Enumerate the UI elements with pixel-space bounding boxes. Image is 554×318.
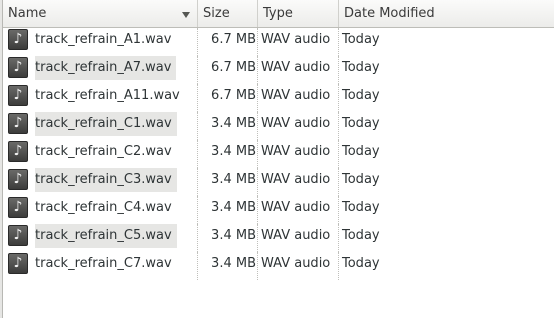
audio-file-icon: ♪ — [8, 225, 28, 246]
file-name: track_refrain_C7.wav — [35, 256, 172, 271]
file-type: WAV audio — [258, 56, 339, 84]
file-name-cell: ♪ track_refrain_C5.wav — [3, 224, 198, 252]
audio-file-icon: ♪ — [8, 197, 28, 218]
column-header-size[interactable]: Size — [198, 0, 258, 27]
column-header-type-label: Type — [263, 6, 293, 21]
file-row[interactable]: ♪ track_refrain_C5.wav 3.4 MB WAV audio Toda… — [3, 224, 554, 252]
file-date-modified: Today — [342, 256, 380, 271]
file-type: WAV audio — [258, 84, 339, 112]
file-rows: ♪ track_refrain_A1.wav 6.7 MB WAV audio Toda… — [3, 28, 554, 318]
file-date-modified: Today — [342, 60, 380, 75]
file-size: 3.4 MB — [198, 168, 258, 196]
file-date-modified: Today — [342, 88, 380, 103]
file-row[interactable]: ♪ track_refrain_C7.wav 3.4 MB WAV audio Toda… — [3, 252, 554, 280]
file-name-cell: ♪ track_refrain_C2.wav — [3, 140, 198, 168]
file-type: WAV audio — [258, 112, 339, 140]
file-size: 6.7 MB — [198, 56, 258, 84]
file-size: 6.7 MB — [198, 28, 258, 56]
file-size: 3.4 MB — [198, 196, 258, 224]
file-name: track_refrain_C2.wav — [35, 144, 172, 159]
file-name: track_refrain_C3.wav — [35, 168, 177, 192]
file-size: 3.4 MB — [198, 252, 258, 280]
file-row[interactable]: ♪ track_refrain_C2.wav 3.4 MB WAV audio Toda… — [3, 140, 554, 168]
column-header-type[interactable]: Type — [258, 0, 339, 27]
file-row[interactable]: ♪ track_refrain_C3.wav 3.4 MB WAV audio Toda… — [3, 168, 554, 196]
file-row[interactable]: ♪ track_refrain_A11.wav 6.7 MB WAV audio Tod… — [3, 84, 554, 112]
file-name-cell: ♪ track_refrain_C3.wav — [3, 168, 198, 196]
file-name: track_refrain_C1.wav — [35, 112, 177, 136]
file-date-modified: Today — [342, 200, 380, 215]
file-type: WAV audio — [258, 28, 339, 56]
file-name-cell: ♪ track_refrain_A11.wav — [3, 84, 198, 112]
file-size: 3.4 MB — [198, 112, 258, 140]
column-header-name-label: Name — [8, 6, 47, 21]
file-date-modified: Today — [342, 116, 380, 131]
column-header-bar: Name Size Type Date Modified — [3, 0, 554, 28]
file-size: 3.4 MB — [198, 224, 258, 252]
file-row[interactable]: ♪ track_refrain_A7.wav 6.7 MB WAV audio Toda… — [3, 56, 554, 84]
file-type: WAV audio — [258, 196, 339, 224]
file-name-cell: ♪ track_refrain_C4.wav — [3, 196, 198, 224]
file-date-modified: Today — [342, 228, 380, 243]
file-name: track_refrain_A7.wav — [35, 56, 177, 80]
file-row[interactable]: ♪ track_refrain_C1.wav 3.4 MB WAV audio Toda… — [3, 112, 554, 140]
file-row[interactable]: ♪ track_refrain_A1.wav 6.7 MB WAV audio Toda… — [3, 28, 554, 56]
column-header-date-label: Date Modified — [344, 6, 435, 21]
file-name: track_refrain_C4.wav — [35, 200, 172, 215]
file-name: track_refrain_C5.wav — [35, 224, 177, 248]
file-list-view: Name Size Type Date Modified ♪ track_refr… — [0, 0, 554, 318]
audio-file-icon: ♪ — [8, 29, 28, 50]
file-date-modified: Today — [342, 32, 380, 47]
file-name: track_refrain_A1.wav — [35, 32, 172, 47]
file-type: WAV audio — [258, 140, 339, 168]
file-name-cell: ♪ track_refrain_C7.wav — [3, 252, 198, 280]
file-row[interactable]: ♪ track_refrain_C4.wav 3.4 MB WAV audio Toda… — [3, 196, 554, 224]
audio-file-icon: ♪ — [8, 253, 28, 274]
file-date-modified: Today — [342, 172, 380, 187]
file-type: WAV audio — [258, 168, 339, 196]
audio-file-icon: ♪ — [8, 85, 28, 106]
column-header-size-label: Size — [203, 6, 230, 21]
chevron-down-icon — [182, 12, 190, 18]
file-date-modified: Today — [342, 144, 380, 159]
audio-file-icon: ♪ — [8, 113, 28, 134]
audio-file-icon: ♪ — [8, 169, 28, 190]
file-name-cell: ♪ track_refrain_C1.wav — [3, 112, 198, 140]
file-name: track_refrain_A11.wav — [35, 88, 180, 103]
file-name-cell: ♪ track_refrain_A1.wav — [3, 28, 198, 56]
file-type: WAV audio — [258, 252, 339, 280]
audio-file-icon: ♪ — [8, 57, 28, 78]
file-name-cell: ♪ track_refrain_A7.wav — [3, 56, 198, 84]
file-size: 3.4 MB — [198, 140, 258, 168]
column-header-date-modified[interactable]: Date Modified — [339, 0, 554, 27]
column-header-name[interactable]: Name — [3, 0, 198, 27]
audio-file-icon: ♪ — [8, 141, 28, 162]
file-type: WAV audio — [258, 224, 339, 252]
file-size: 6.7 MB — [198, 84, 258, 112]
